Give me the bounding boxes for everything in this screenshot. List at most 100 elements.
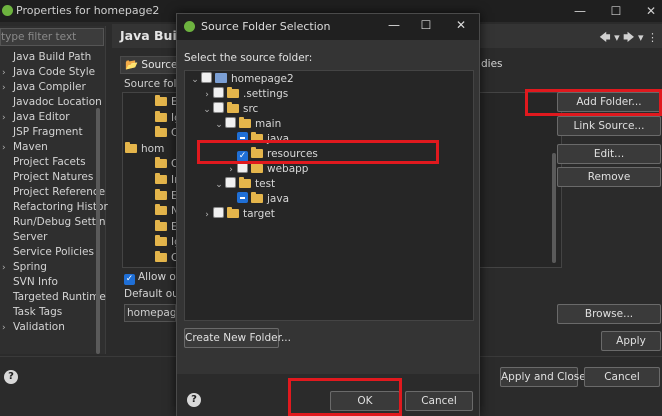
chevron-right-icon[interactable]: ›	[201, 88, 213, 103]
nav-item-label: Java Editor	[13, 111, 70, 123]
create-new-folder-button[interactable]: Create New Folder...	[184, 328, 291, 348]
chevron-right-icon[interactable]: ›	[2, 111, 13, 126]
nav-item[interactable]: Task Tags	[2, 305, 62, 320]
properties-cancel-button[interactable]: Cancel	[584, 367, 660, 387]
apply-button[interactable]: Apply	[601, 331, 661, 351]
folder-icon	[227, 207, 239, 218]
nav-item[interactable]: › Spring	[2, 260, 47, 275]
maximize-icon[interactable]: ☐	[601, 2, 631, 20]
nav-item[interactable]: Server	[2, 230, 47, 245]
checkbox[interactable]	[225, 177, 236, 188]
nav-item-label: Validation	[13, 321, 65, 333]
dialog-cancel-button[interactable]: Cancel	[405, 391, 473, 411]
minimize-icon[interactable]: —	[565, 2, 595, 20]
folder-tree-row[interactable]: ⌄ src	[201, 102, 258, 117]
folder-tree-label: test	[255, 178, 276, 190]
nav-item[interactable]: › Java Code Style	[2, 65, 95, 80]
checkbox[interactable]	[213, 102, 224, 113]
checkbox[interactable]	[201, 72, 212, 83]
nav-item[interactable]: › Maven	[2, 140, 48, 155]
chevron-right-icon[interactable]: ›	[2, 321, 13, 336]
folder-icon	[155, 173, 167, 184]
nav-item[interactable]: SVN Info	[2, 275, 58, 290]
folder-tree-row[interactable]: ⌄ test	[213, 177, 275, 192]
nav-item-label: Java Compiler	[13, 81, 86, 93]
nav-item[interactable]: Javadoc Location	[2, 95, 102, 110]
nav-item[interactable]: Refactoring Histor	[2, 200, 108, 215]
folder-tree-row[interactable]: ⌄ main	[213, 117, 281, 132]
checkbox[interactable]	[225, 117, 236, 128]
nav-item[interactable]: › Java Compiler	[2, 80, 86, 95]
folder-icon	[227, 102, 239, 113]
folder-tree-row[interactable]: ⌄ homepage2	[189, 72, 294, 87]
dialog-titlebar: Source Folder Selection — ☐ ✕	[177, 14, 479, 40]
default-output-field[interactable]: homepage2	[124, 304, 176, 322]
help-icon[interactable]: ?	[4, 370, 18, 384]
spring-icon	[2, 5, 13, 16]
nav-item[interactable]: Run/Debug Settin	[2, 215, 105, 230]
maximize-icon[interactable]: ☐	[413, 18, 439, 32]
folder-tree-row[interactable]: › .settings	[201, 87, 288, 102]
folder-tree-row[interactable]: › target	[201, 207, 275, 222]
nav-item-label: Javadoc Location	[13, 96, 102, 108]
highlight-add-folder	[525, 89, 662, 116]
source-folder-dialog: Source Folder Selection — ☐ ✕ Select the…	[176, 13, 480, 416]
remove-button[interactable]: Remove	[557, 167, 661, 187]
chevron-down-icon[interactable]: ⌄	[213, 118, 225, 133]
nav-item[interactable]: JSP Fragment	[2, 125, 83, 140]
folder-icon	[251, 162, 263, 173]
folder-icon	[155, 219, 167, 231]
checkbox[interactable]	[237, 192, 248, 203]
nav-scrollbar[interactable]	[96, 108, 100, 354]
chevron-right-icon[interactable]: ›	[2, 66, 13, 81]
chevron-down-icon[interactable]: ⌄	[189, 73, 201, 88]
nav-item-label: Project Reference	[13, 186, 106, 198]
nav-item[interactable]: › Validation	[2, 320, 65, 335]
chevron-down-icon[interactable]: ⌄	[213, 178, 225, 193]
nav-item[interactable]: Project Natures	[2, 170, 93, 185]
source-tree-row[interactable]: hom	[125, 141, 164, 157]
edit-button[interactable]: Edit...	[557, 144, 661, 164]
checkbox[interactable]	[213, 207, 224, 218]
nav-item[interactable]: Project Facets	[2, 155, 86, 170]
close-icon[interactable]: ✕	[448, 18, 474, 32]
nav-item[interactable]: Targeted Runtime	[2, 290, 106, 305]
checkbox[interactable]	[213, 87, 224, 98]
chevron-right-icon[interactable]: ›	[2, 261, 13, 276]
folder-icon	[239, 117, 251, 128]
history-arrows-icon[interactable]: 🡄 ▾ 🡆 ▾ ⋮	[599, 29, 658, 48]
browse-button[interactable]: Browse...	[557, 304, 661, 324]
chevron-right-icon[interactable]: ›	[2, 81, 13, 96]
minimize-icon[interactable]: —	[381, 18, 407, 32]
folder-tree-row[interactable]: › webapp	[225, 162, 308, 177]
close-icon[interactable]: ✕	[636, 2, 662, 20]
chevron-right-icon[interactable]: ›	[201, 208, 213, 223]
nav-item-label: Spring	[13, 261, 47, 273]
spring-icon	[184, 21, 195, 32]
filter-input[interactable]: type filter text	[0, 28, 104, 46]
tab-source[interactable]: 📂 Source	[120, 56, 183, 74]
folder-tree[interactable]: ⌄ homepage2 › .settings ⌄ src ⌄ main java ✓ resour…	[184, 70, 474, 321]
folder-tree-row[interactable]: java	[225, 192, 289, 207]
folder-tree-label: target	[243, 208, 275, 220]
folder-icon	[155, 188, 167, 200]
chevron-right-icon[interactable]: ›	[225, 163, 237, 178]
link-source-button[interactable]: Link Source...	[557, 116, 661, 136]
allow-output-checkbox[interactable]: ✓ Allow ou	[124, 271, 182, 285]
highlight-resources	[197, 140, 439, 164]
help-icon[interactable]: ?	[187, 393, 201, 407]
window-title: Properties for homepage2	[16, 4, 160, 17]
apply-and-close-button[interactable]: Apply and Close	[500, 367, 586, 387]
tab-libraries-partial[interactable]: dies	[481, 58, 503, 70]
chevron-right-icon[interactable]: ›	[2, 141, 13, 156]
nav-item[interactable]: Java Build Path	[2, 50, 91, 65]
folder-tree-label: main	[255, 118, 282, 130]
project-icon	[215, 73, 227, 83]
chevron-down-icon[interactable]: ⌄	[201, 103, 213, 118]
nav-item[interactable]: › Java Editor	[2, 110, 70, 125]
folder-icon	[155, 126, 167, 138]
nav-item[interactable]: Project Reference	[2, 185, 105, 200]
nav-item[interactable]: Service Policies	[2, 245, 94, 260]
tree-scrollbar[interactable]	[552, 153, 556, 263]
folder-tree-label: java	[267, 193, 289, 205]
